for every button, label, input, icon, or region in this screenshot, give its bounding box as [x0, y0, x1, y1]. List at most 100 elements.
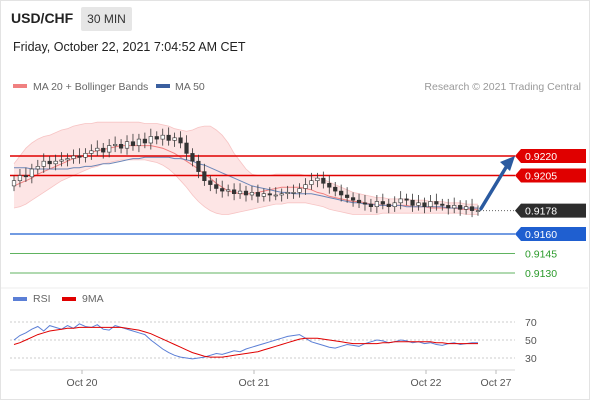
- candle-body: [452, 205, 457, 209]
- candle-body: [113, 144, 118, 146]
- candle-body: [142, 138, 147, 144]
- candle-body: [17, 175, 23, 181]
- candle-body: [404, 198, 409, 201]
- candle-body: [95, 147, 100, 152]
- candle-body: [410, 199, 415, 206]
- x-axis-label-1: Oct 21: [239, 377, 270, 389]
- candle-body: [279, 193, 284, 196]
- candle-body: [356, 199, 362, 204]
- candle-body: [345, 194, 350, 198]
- candle-body: [291, 192, 296, 194]
- candle-body: [226, 189, 231, 192]
- candle-body: [237, 190, 243, 195]
- rsi-legend: RSI 9MA: [13, 293, 104, 305]
- candle-body: [166, 134, 171, 141]
- candle-body: [327, 183, 332, 188]
- level-tag-text-0.9178: 0.9178: [525, 206, 557, 218]
- candle-body: [11, 180, 17, 187]
- candle-body: [475, 210, 481, 212]
- rsi-axis-label-30: 30: [525, 353, 537, 365]
- candle-body: [59, 159, 64, 162]
- candle-body: [172, 137, 177, 141]
- candle-body: [386, 203, 391, 208]
- candle-body: [440, 203, 445, 206]
- candle-body: [208, 180, 213, 185]
- candle-body: [285, 192, 290, 194]
- candle-body: [458, 205, 463, 210]
- candle-body: [333, 186, 338, 192]
- candle-body: [350, 197, 356, 201]
- candle-body: [398, 198, 403, 204]
- candle-body: [148, 136, 153, 144]
- candle-body: [469, 206, 475, 211]
- candle-body: [315, 177, 320, 182]
- candle-body: [130, 141, 136, 146]
- candle-body: [154, 136, 159, 140]
- candle-body: [89, 150, 94, 154]
- candle-body: [101, 147, 106, 153]
- rsi-ma-legend-label: 9MA: [82, 293, 104, 305]
- candle-body: [220, 188, 225, 192]
- candle-body: [35, 166, 40, 170]
- candle-body: [309, 180, 314, 185]
- research-credit: Research © 2021 Trading Central: [424, 81, 581, 93]
- price-legend: MA 20 + Bollinger Bands MA 50 Research ©…: [13, 81, 581, 93]
- candle-body: [214, 184, 219, 189]
- level-tag-text-0.9160: 0.9160: [525, 229, 557, 241]
- ma50-legend-label: MA 50: [175, 81, 205, 93]
- candle-body: [196, 160, 201, 172]
- candle-body: [232, 189, 237, 195]
- x-axis-label-3: Oct 27: [481, 377, 512, 389]
- rsi-ma-legend-swatch: [62, 297, 76, 301]
- ma50-legend-swatch: [156, 84, 170, 88]
- candle-body: [422, 202, 427, 208]
- bollinger-legend-label: MA 20 + Bollinger Bands: [33, 81, 148, 93]
- candle-body: [267, 193, 272, 196]
- candle-body: [136, 138, 142, 146]
- candle-body: [124, 141, 130, 149]
- level-tag-text-0.9205: 0.9205: [525, 171, 557, 183]
- candle-body: [416, 202, 421, 206]
- forecast-arrow-shaft: [479, 162, 510, 211]
- price-chart-svg: MA 20 + Bollinger Bands MA 50 Research ©…: [1, 81, 588, 389]
- candle-body: [118, 144, 124, 149]
- candle-body: [29, 168, 34, 178]
- candle-body: [71, 155, 76, 159]
- candle-body: [41, 160, 46, 167]
- candle-body: [374, 201, 379, 207]
- candle-body: [184, 142, 189, 154]
- candle-body: [77, 155, 82, 158]
- candle-body: [107, 145, 112, 153]
- candle-body: [160, 134, 165, 140]
- candle-body: [339, 190, 344, 196]
- rsi-layer: 70 50 30: [10, 317, 537, 365]
- rsi-axis-label-70: 70: [525, 317, 537, 329]
- candle-body: [428, 201, 433, 207]
- candle-body: [368, 203, 374, 208]
- candle-body: [362, 202, 368, 205]
- candle-body: [321, 177, 326, 184]
- forecast-arrow-head: [500, 156, 515, 171]
- candle-body: [297, 188, 302, 193]
- rsi-legend-swatch: [13, 297, 27, 301]
- level-label-0.9145: 0.9145: [525, 249, 557, 261]
- x-axis-label-2: Oct 22: [411, 377, 442, 389]
- candle-body: [53, 160, 58, 165]
- price-level-layer: [10, 155, 515, 274]
- candle-body: [434, 201, 439, 205]
- candle-body: [273, 194, 278, 197]
- forecast-arrow-layer: [479, 156, 515, 211]
- rsi-ma-line: [13, 326, 478, 358]
- candle-body: [255, 192, 260, 197]
- candle-body: [23, 175, 28, 178]
- candle-body: [190, 153, 195, 162]
- candle-body: [261, 193, 266, 197]
- candle-body: [446, 205, 451, 209]
- candle-body: [303, 184, 308, 189]
- candle-body: [83, 153, 88, 158]
- candle-body: [65, 158, 70, 161]
- level-tag-text-0.9220: 0.9220: [525, 151, 557, 163]
- x-axis-label-0: Oct 20: [67, 377, 98, 389]
- level-label-0.9130: 0.9130: [525, 268, 557, 280]
- rsi-legend-label: RSI: [33, 293, 51, 305]
